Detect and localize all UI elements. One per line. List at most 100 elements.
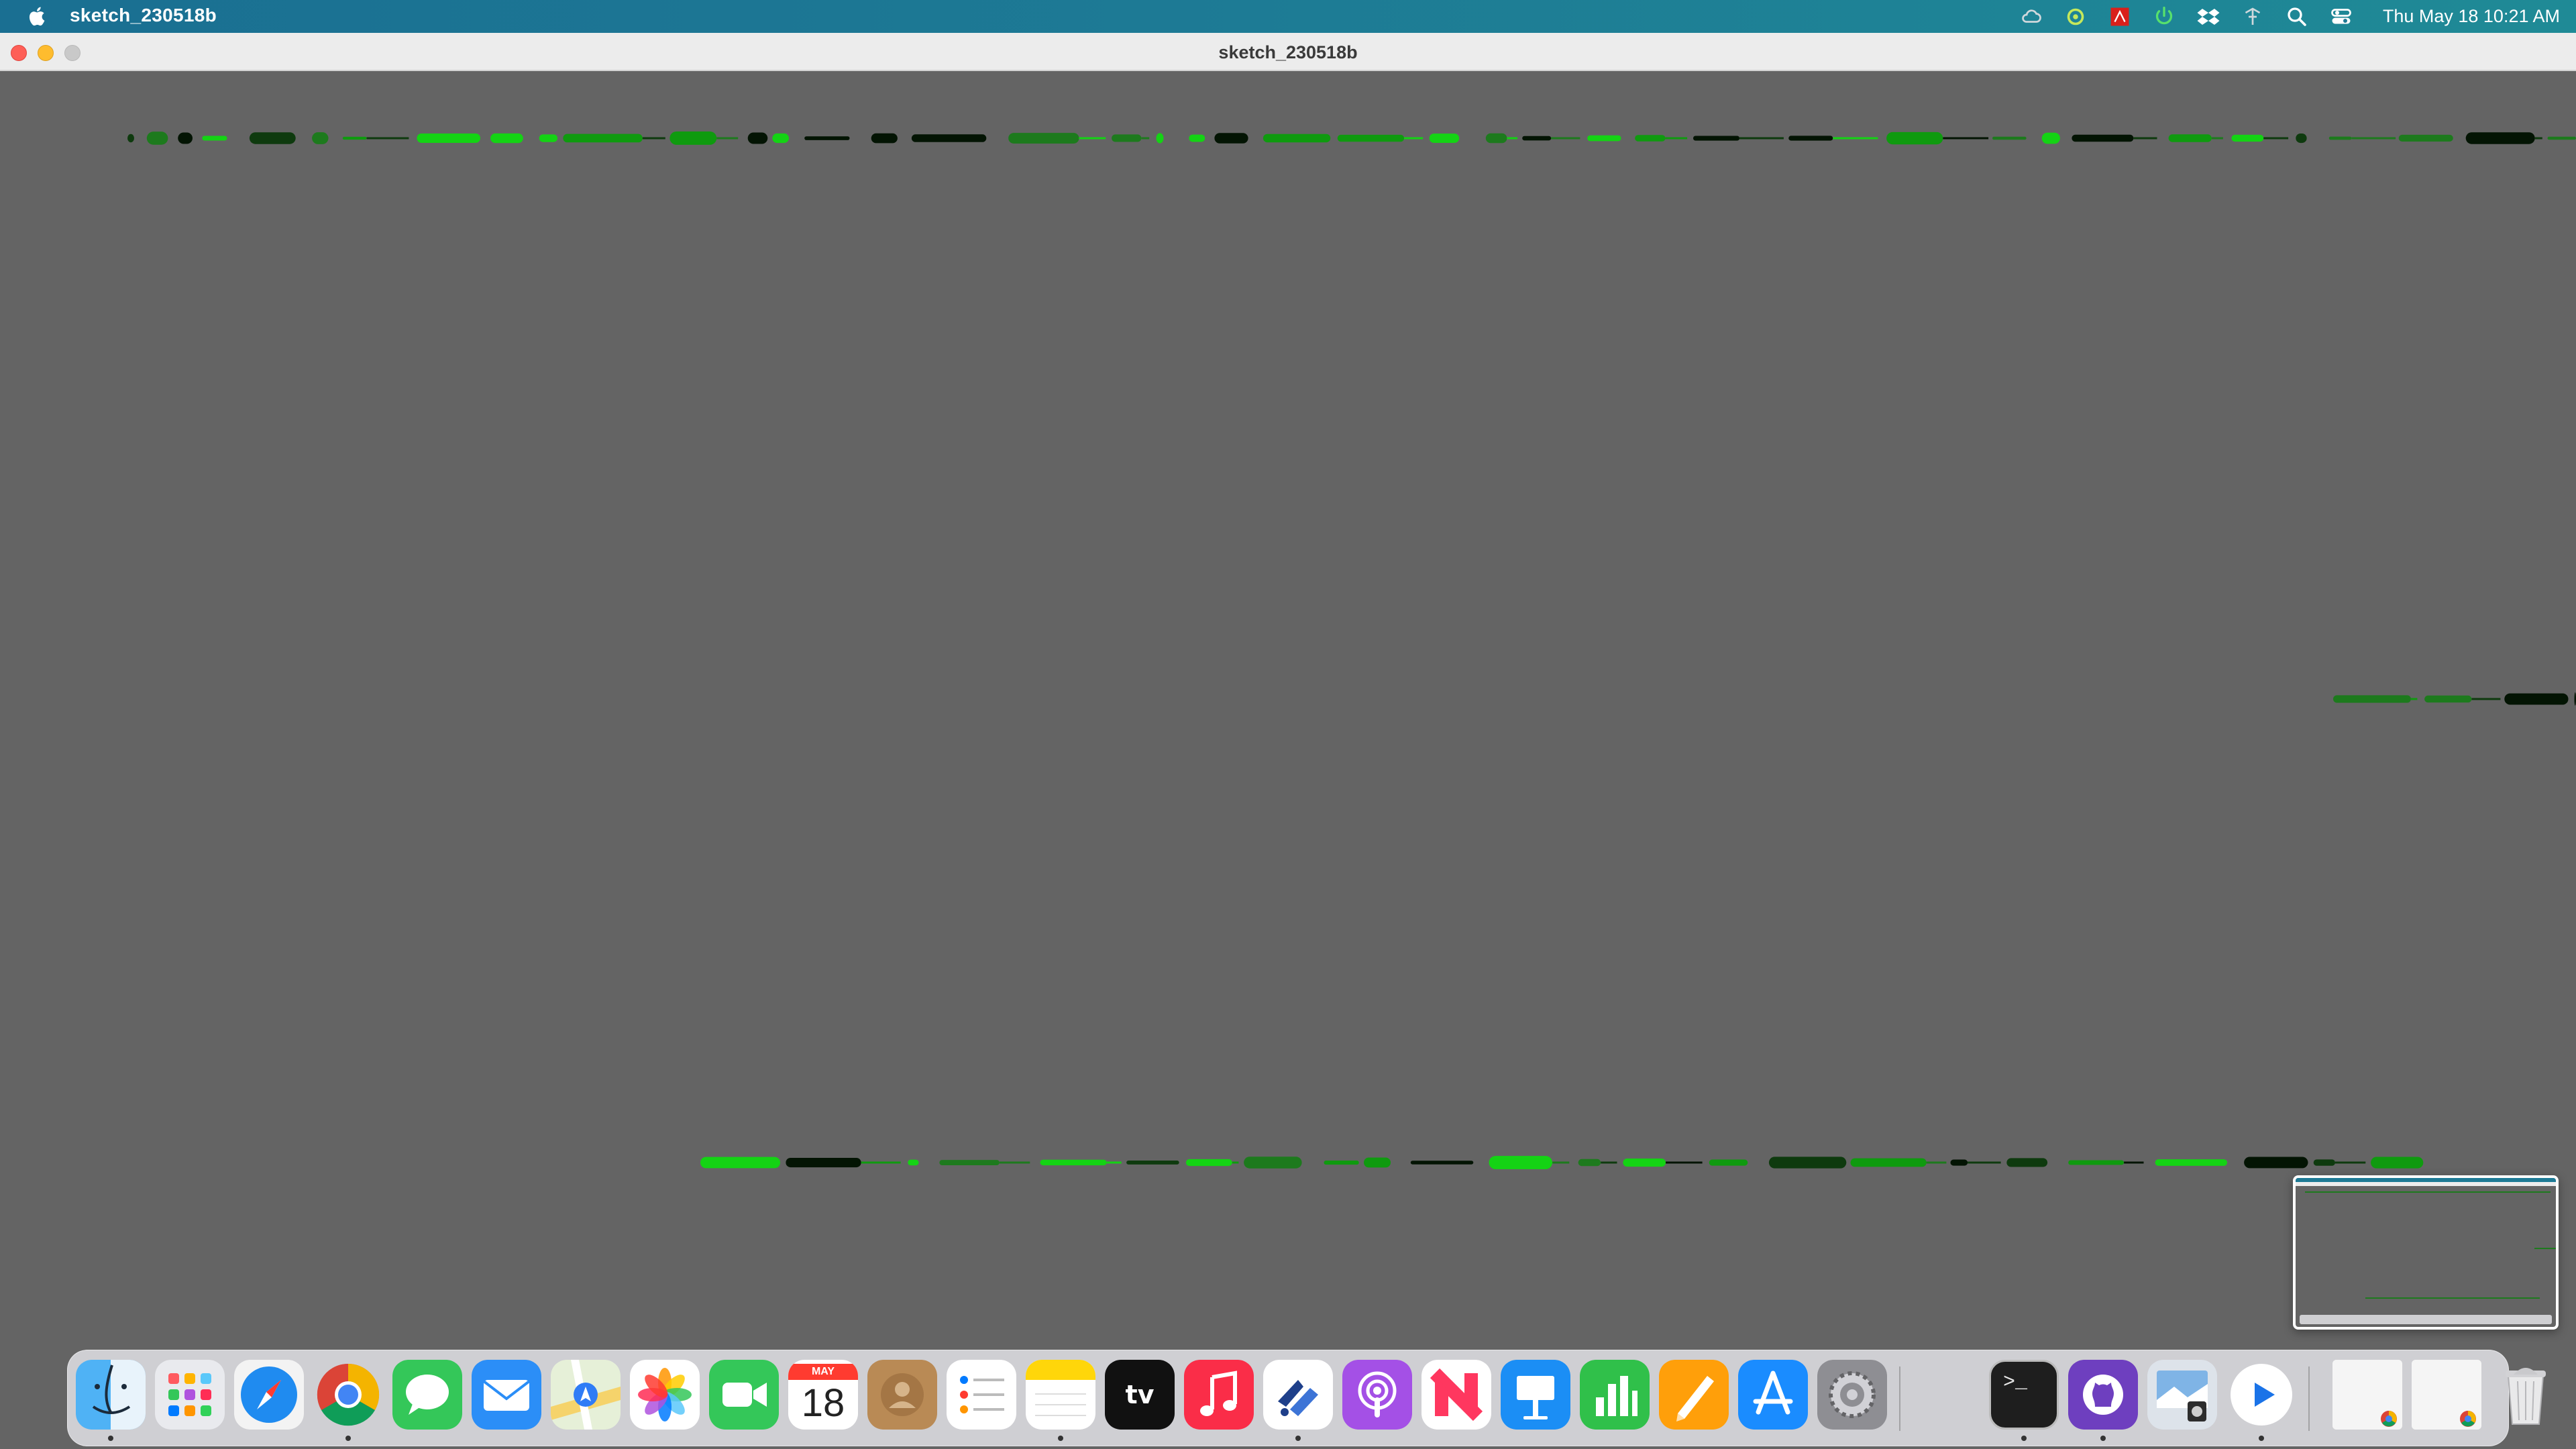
processing-icon[interactable] [1263,1360,1333,1430]
podcasts-icon[interactable] [1342,1360,1412,1430]
stroke-band-top-dash [911,134,987,142]
preview-icon[interactable] [2147,1360,2217,1430]
stroke-band-bottom-dash [2155,1159,2227,1166]
stroke-band-top-line [1551,137,1580,140]
stroke-band-top-dash [1788,136,1833,141]
control-center-icon[interactable] [2329,5,2353,29]
contacts-icon[interactable] [867,1360,937,1430]
stroke-band-bottom-line [999,1161,1030,1164]
spotlight-icon[interactable] [2285,5,2309,29]
stroke-band-bottom-line [861,1161,901,1164]
stroke-band-bottom-dash [1185,1159,1232,1167]
quicktime-icon[interactable] [2226,1360,2296,1430]
screenshot-thumbnail[interactable] [2293,1175,2559,1330]
stroke-band-top-dash [490,133,523,144]
apple-tv-label: tv [1125,1380,1155,1409]
music-icon[interactable] [1184,1360,1254,1430]
stroke-band-right-dash [2424,695,2472,703]
reminders-icon[interactable] [947,1360,1016,1430]
stroke-band-bottom-dash [1040,1159,1107,1166]
creative-cloud-icon[interactable] [2019,5,2043,29]
stroke-band-top-line [1507,137,1517,140]
acrobat-icon[interactable] [2108,5,2132,29]
stroke-band-top-dash [1263,133,1331,143]
launchpad-icon[interactable] [155,1360,225,1430]
safari-icon[interactable] [234,1360,304,1430]
stroke-band-top-dash [539,134,557,142]
numbers-icon[interactable] [1580,1360,1650,1430]
stroke-band-top-line [2133,137,2157,140]
stroke-band-right-line [2410,698,2418,700]
stroke-band-bottom-dash [1850,1158,1927,1167]
stroke-band-top-dash [2398,134,2453,142]
window-title-bar[interactable]: sketch_230518b [0,33,2576,71]
mail-icon[interactable] [472,1360,541,1430]
stroke-band-bottom-dash [1768,1157,1847,1169]
stroke-band-top-line [1404,137,1424,140]
stroke-band-top-dash [1635,135,1666,142]
stroke-band-bottom-line [2334,1161,2366,1164]
apple-tv-icon[interactable]: tv [1105,1360,1175,1430]
stroke-band-top-dash [1485,133,1507,144]
stroke-band-bottom-dash [2313,1159,2335,1166]
stroke-band-bottom-dash [2371,1157,2424,1169]
dropbox-icon[interactable] [2196,5,2220,29]
stroke-band-top-line [366,137,409,140]
messages-icon[interactable] [392,1360,462,1430]
maps-icon[interactable] [551,1360,621,1430]
terminal-icon[interactable]: >_ [1989,1360,2059,1430]
stroke-band-top-dash [871,133,898,144]
thumbnail-stroke-right [2534,1248,2556,1249]
apple-menu-icon[interactable] [25,4,50,28]
stroke-band-top-dash [127,133,134,143]
stroke-band-right-line [2471,698,2501,700]
photos-icon[interactable] [630,1360,700,1430]
stroke-band-top-line [2211,137,2223,140]
menu-bar-clock[interactable]: Thu May 18 10:21 AM [2383,6,2560,27]
chrome-window-2-icon[interactable] [2412,1360,2481,1430]
app-store-icon[interactable] [1738,1360,1808,1430]
status-area: Thu May 18 10:21 AM [2019,0,2560,33]
stroke-band-top-dash [178,132,193,144]
facetime-icon[interactable] [709,1360,779,1430]
news-icon[interactable] [1421,1360,1491,1430]
thumbnail-title-bar [2296,1182,2556,1186]
network-icon[interactable] [2241,5,2265,29]
stroke-band-top-dash [1429,133,1460,143]
chrome-window-1-icon[interactable] [2332,1360,2402,1430]
stroke-band-top-dash [2547,136,2576,140]
stroke-band-top-line [1665,137,1688,140]
system-settings-icon[interactable] [1817,1360,1887,1430]
stroke-band-bottom-dash [1489,1156,1552,1169]
stroke-band-top-dash [342,136,367,140]
keynote-icon[interactable] [1501,1360,1570,1430]
stroke-band-top-dash [1189,134,1205,142]
stroke-band-top-dash [1008,133,1079,144]
active-app-menu[interactable]: sketch_230518b [70,5,217,26]
stroke-band-bottom-dash [1623,1159,1666,1167]
finder-icon[interactable] [76,1360,146,1430]
stroke-band-bottom-dash [2244,1157,2308,1169]
pages-icon[interactable] [1659,1360,1729,1430]
sketch-canvas[interactable] [0,72,2576,1347]
stroke-band-top-dash [1693,136,1739,141]
notes-icon[interactable] [1026,1360,1095,1430]
calendar-icon[interactable]: MAY 18 [788,1360,858,1430]
stroke-band-top-dash [1522,136,1552,141]
stroke-band-top-line [1739,137,1784,140]
sync-icon[interactable] [2063,5,2088,29]
stroke-band-bottom-line [1552,1161,1570,1164]
stroke-band-bottom-line [2124,1161,2144,1164]
stroke-band-bottom-dash [1244,1157,1302,1169]
power-icon[interactable] [2152,5,2176,29]
stroke-band-top-dash [2296,133,2307,144]
chrome-icon[interactable] [313,1360,383,1430]
stroke-band-top-line [716,137,739,140]
generative-strokes [127,131,2576,1169]
stroke-band-right-dash [2333,695,2411,703]
stroke-band-bottom-line [1106,1161,1122,1164]
github-desktop-icon[interactable] [2068,1360,2138,1430]
trash-icon[interactable] [2491,1360,2561,1430]
stroke-band-top-dash [1992,136,2027,140]
stroke-band-top-line [1141,137,1150,140]
